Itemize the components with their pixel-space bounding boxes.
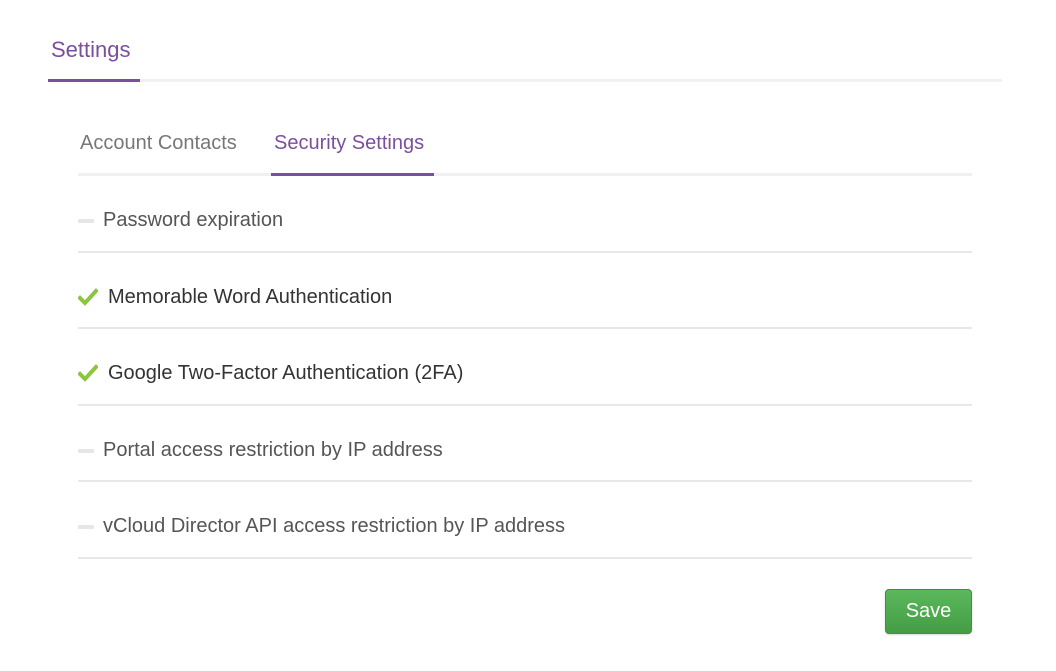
check-icon: [78, 287, 98, 307]
setting-portal-ip-restriction[interactable]: Portal access restriction by IP address: [78, 406, 972, 482]
setting-label: vCloud Director API access restriction b…: [103, 515, 566, 537]
setting-password-expiration[interactable]: Password expiration: [78, 176, 972, 253]
check-icon: [78, 363, 98, 383]
setting-label: Password expiration: [103, 209, 284, 231]
security-settings-list: Password expiration Memorable Word Authe…: [78, 176, 972, 559]
disabled-dash-icon: [78, 516, 98, 536]
settings-page: Settings Account Contacts Security Setti…: [0, 0, 1056, 671]
setting-label: Memorable Word Authentication: [108, 285, 393, 308]
tab-settings[interactable]: Settings: [48, 34, 140, 82]
setting-google-2fa[interactable]: Google Two-Factor Authentication (2FA): [78, 329, 972, 406]
setting-memorable-word[interactable]: Memorable Word Authentication: [78, 253, 972, 329]
header-tabs: Settings: [48, 0, 1002, 82]
tab-account-contacts[interactable]: Account Contacts: [80, 130, 237, 176]
tab-security-settings[interactable]: Security Settings: [271, 130, 434, 176]
sub-tabs: Account Contacts Security Settings: [78, 120, 972, 176]
setting-label: Portal access restriction by IP address: [103, 438, 443, 461]
setting-vcloud-api-ip-restriction[interactable]: vCloud Director API access restriction b…: [78, 482, 972, 559]
disabled-dash-icon: [78, 440, 98, 460]
save-button[interactable]: Save: [885, 589, 972, 634]
setting-label: Google Two-Factor Authentication (2FA): [108, 362, 464, 384]
disabled-dash-icon: [78, 210, 98, 230]
